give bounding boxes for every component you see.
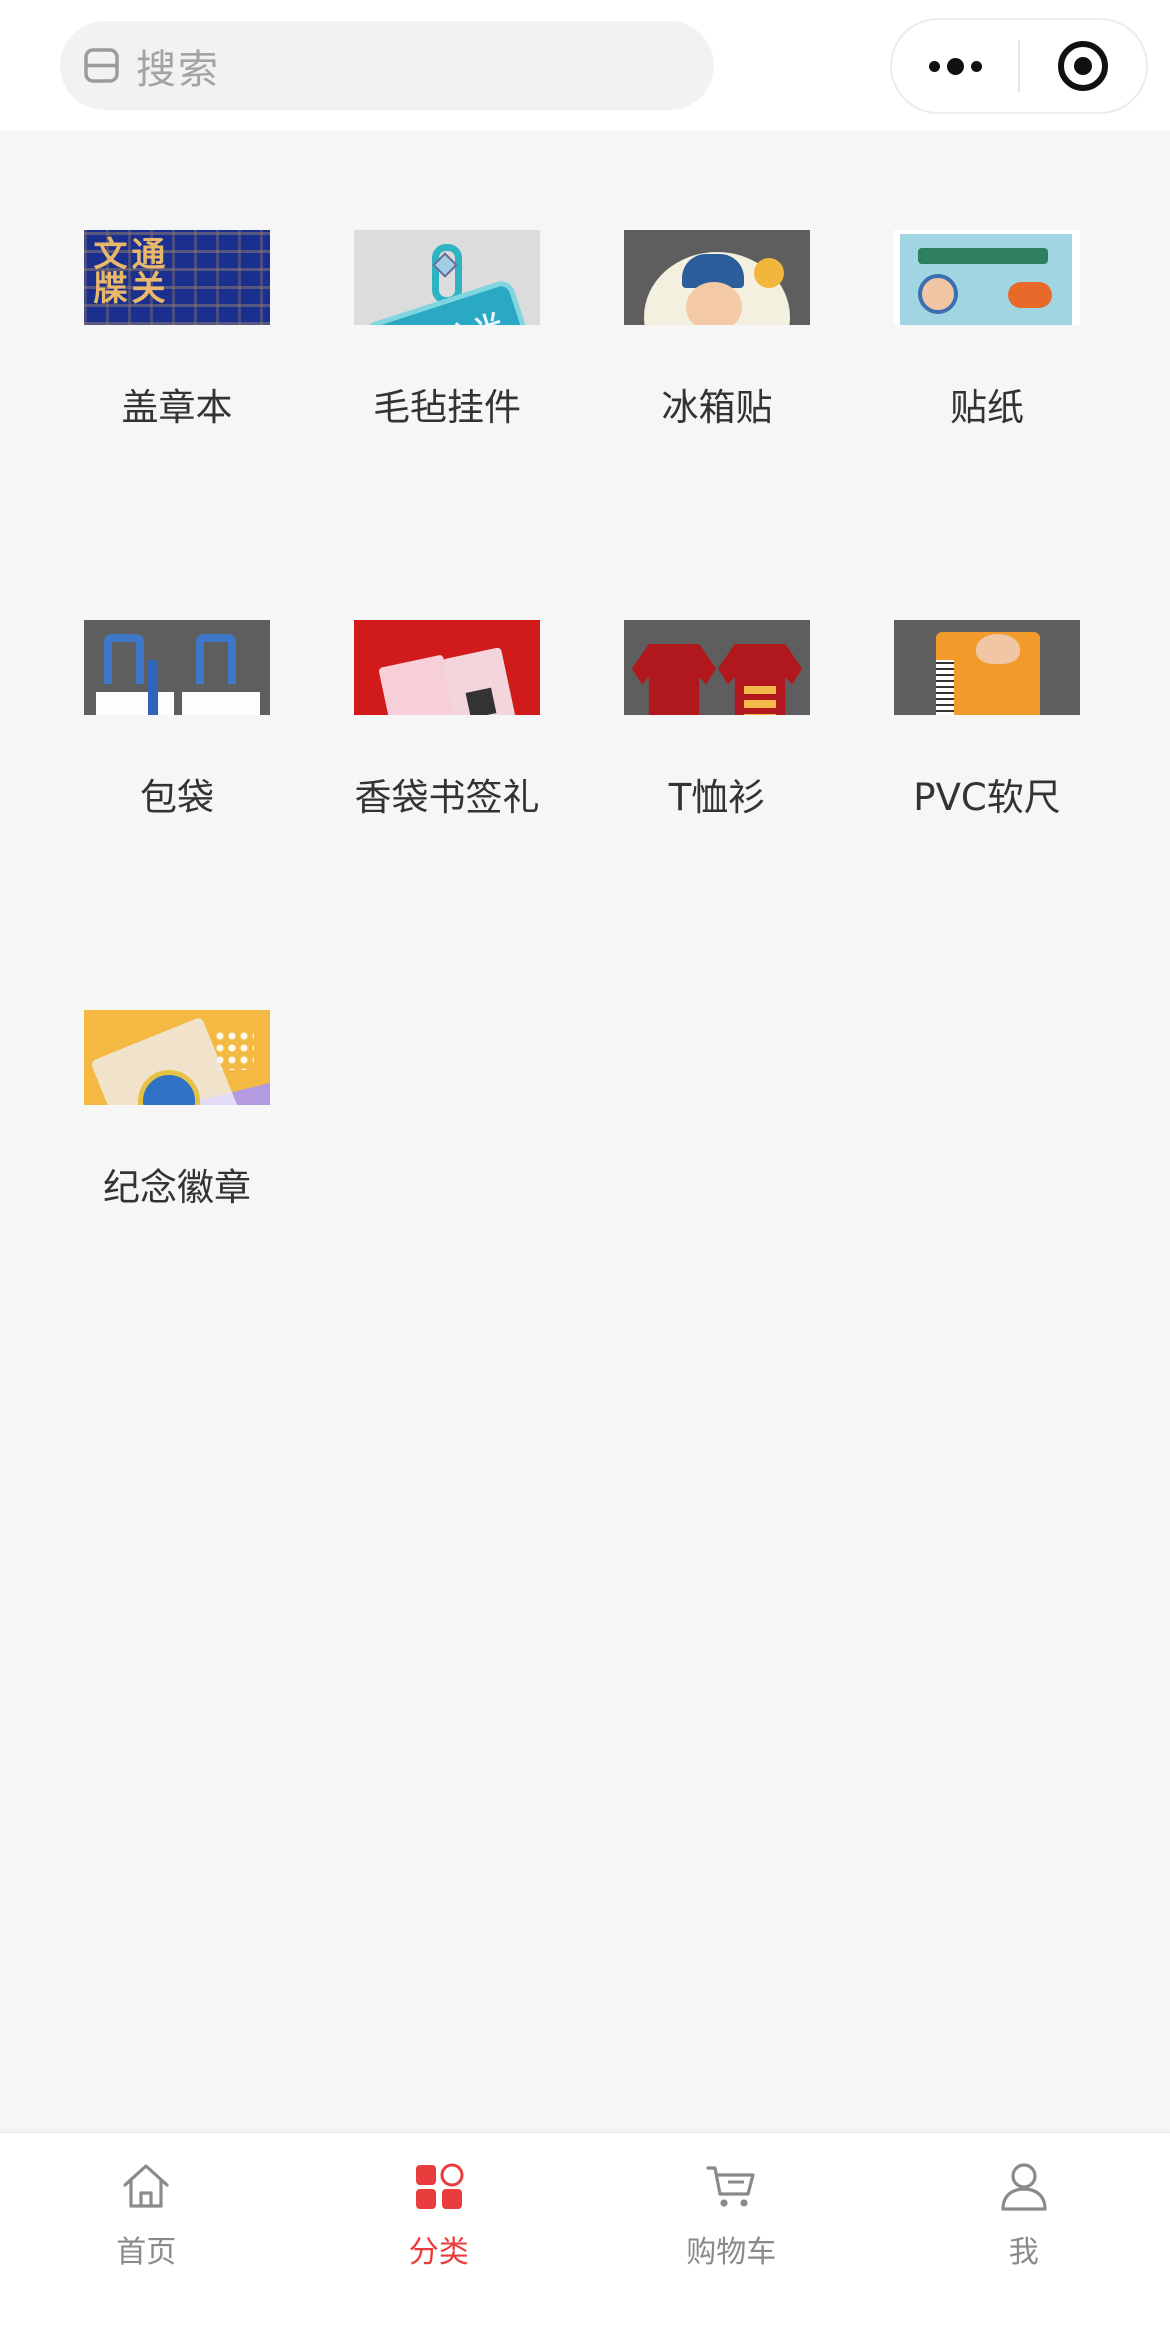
search-bar[interactable]: 搜索 [60,21,714,110]
category-label: PVC软尺 [913,776,1061,819]
tab-label: 购物车 [686,2235,777,2270]
target-circle-icon [1057,41,1108,91]
pvc-ruler-thumbnail [894,620,1080,715]
tab-label: 我 [1008,2235,1039,2270]
thumbnail-text: 通关文牒 [87,236,165,304]
category-label: 冰箱贴 [661,386,773,429]
bottom-tab-bar: 首页 分类 购物车 我 [0,2132,1170,2326]
tab-label: 分类 [408,2235,469,2270]
category-item-sachet-bookmark[interactable]: 香袋书签礼 [312,521,582,821]
mini-program-capsule [890,18,1148,114]
category-item-pvc-ruler[interactable]: PVC软尺 [852,521,1122,821]
app-root: 搜索 通关文牒 盖章本 成长 [0,0,1170,2326]
notebook-thumbnail: 通关文牒 [84,230,270,325]
search-placeholder: 搜索 [136,46,220,93]
category-item-tshirt[interactable]: T恤衫 [582,521,852,821]
tab-category[interactable]: 分类 [293,2133,586,2326]
tote-bag-thumbnail [84,620,270,715]
sticker-thumbnail [894,230,1080,325]
felt-pendant-thumbnail: 成长之光 [354,230,540,325]
category-item-commemorative-badge[interactable]: 纪念徽章 [42,911,312,1211]
scan-icon [83,47,120,84]
tab-home[interactable]: 首页 [0,2133,293,2326]
tab-me[interactable]: 我 [878,2133,1170,2326]
category-label: T恤衫 [668,776,766,819]
category-label: 毛毡挂件 [373,386,521,429]
fridge-magnet-thumbnail [624,230,810,325]
category-item-notebook[interactable]: 通关文牒 盖章本 [42,131,312,431]
tab-label: 首页 [116,2235,177,2270]
category-icon [412,2159,466,2213]
sachet-bookmark-thumbnail [354,620,540,715]
category-label: 纪念徽章 [103,1166,251,1209]
category-label: 贴纸 [950,386,1024,429]
user-icon [997,2159,1051,2213]
category-item-felt-pendant[interactable]: 成长之光 毛毡挂件 [312,131,582,431]
home-icon [119,2159,173,2213]
tshirt-thumbnail [624,620,810,715]
category-label: 盖章本 [121,386,233,429]
category-label: 包袋 [140,776,214,819]
category-item-sticker[interactable]: 贴纸 [852,131,1122,431]
more-dots-icon [928,57,982,75]
top-bar: 搜索 [0,0,1170,131]
category-item-tote-bag[interactable]: 包袋 [42,521,312,821]
cart-icon [704,2159,758,2213]
commemorative-badge-thumbnail [84,1010,270,1105]
more-menu-button[interactable] [892,20,1018,112]
close-mini-program-button[interactable] [1020,20,1146,112]
category-item-fridge-magnet[interactable]: 冰箱贴 [582,131,852,431]
category-label: 香袋书签礼 [354,776,540,819]
tab-cart[interactable]: 购物车 [585,2133,878,2326]
